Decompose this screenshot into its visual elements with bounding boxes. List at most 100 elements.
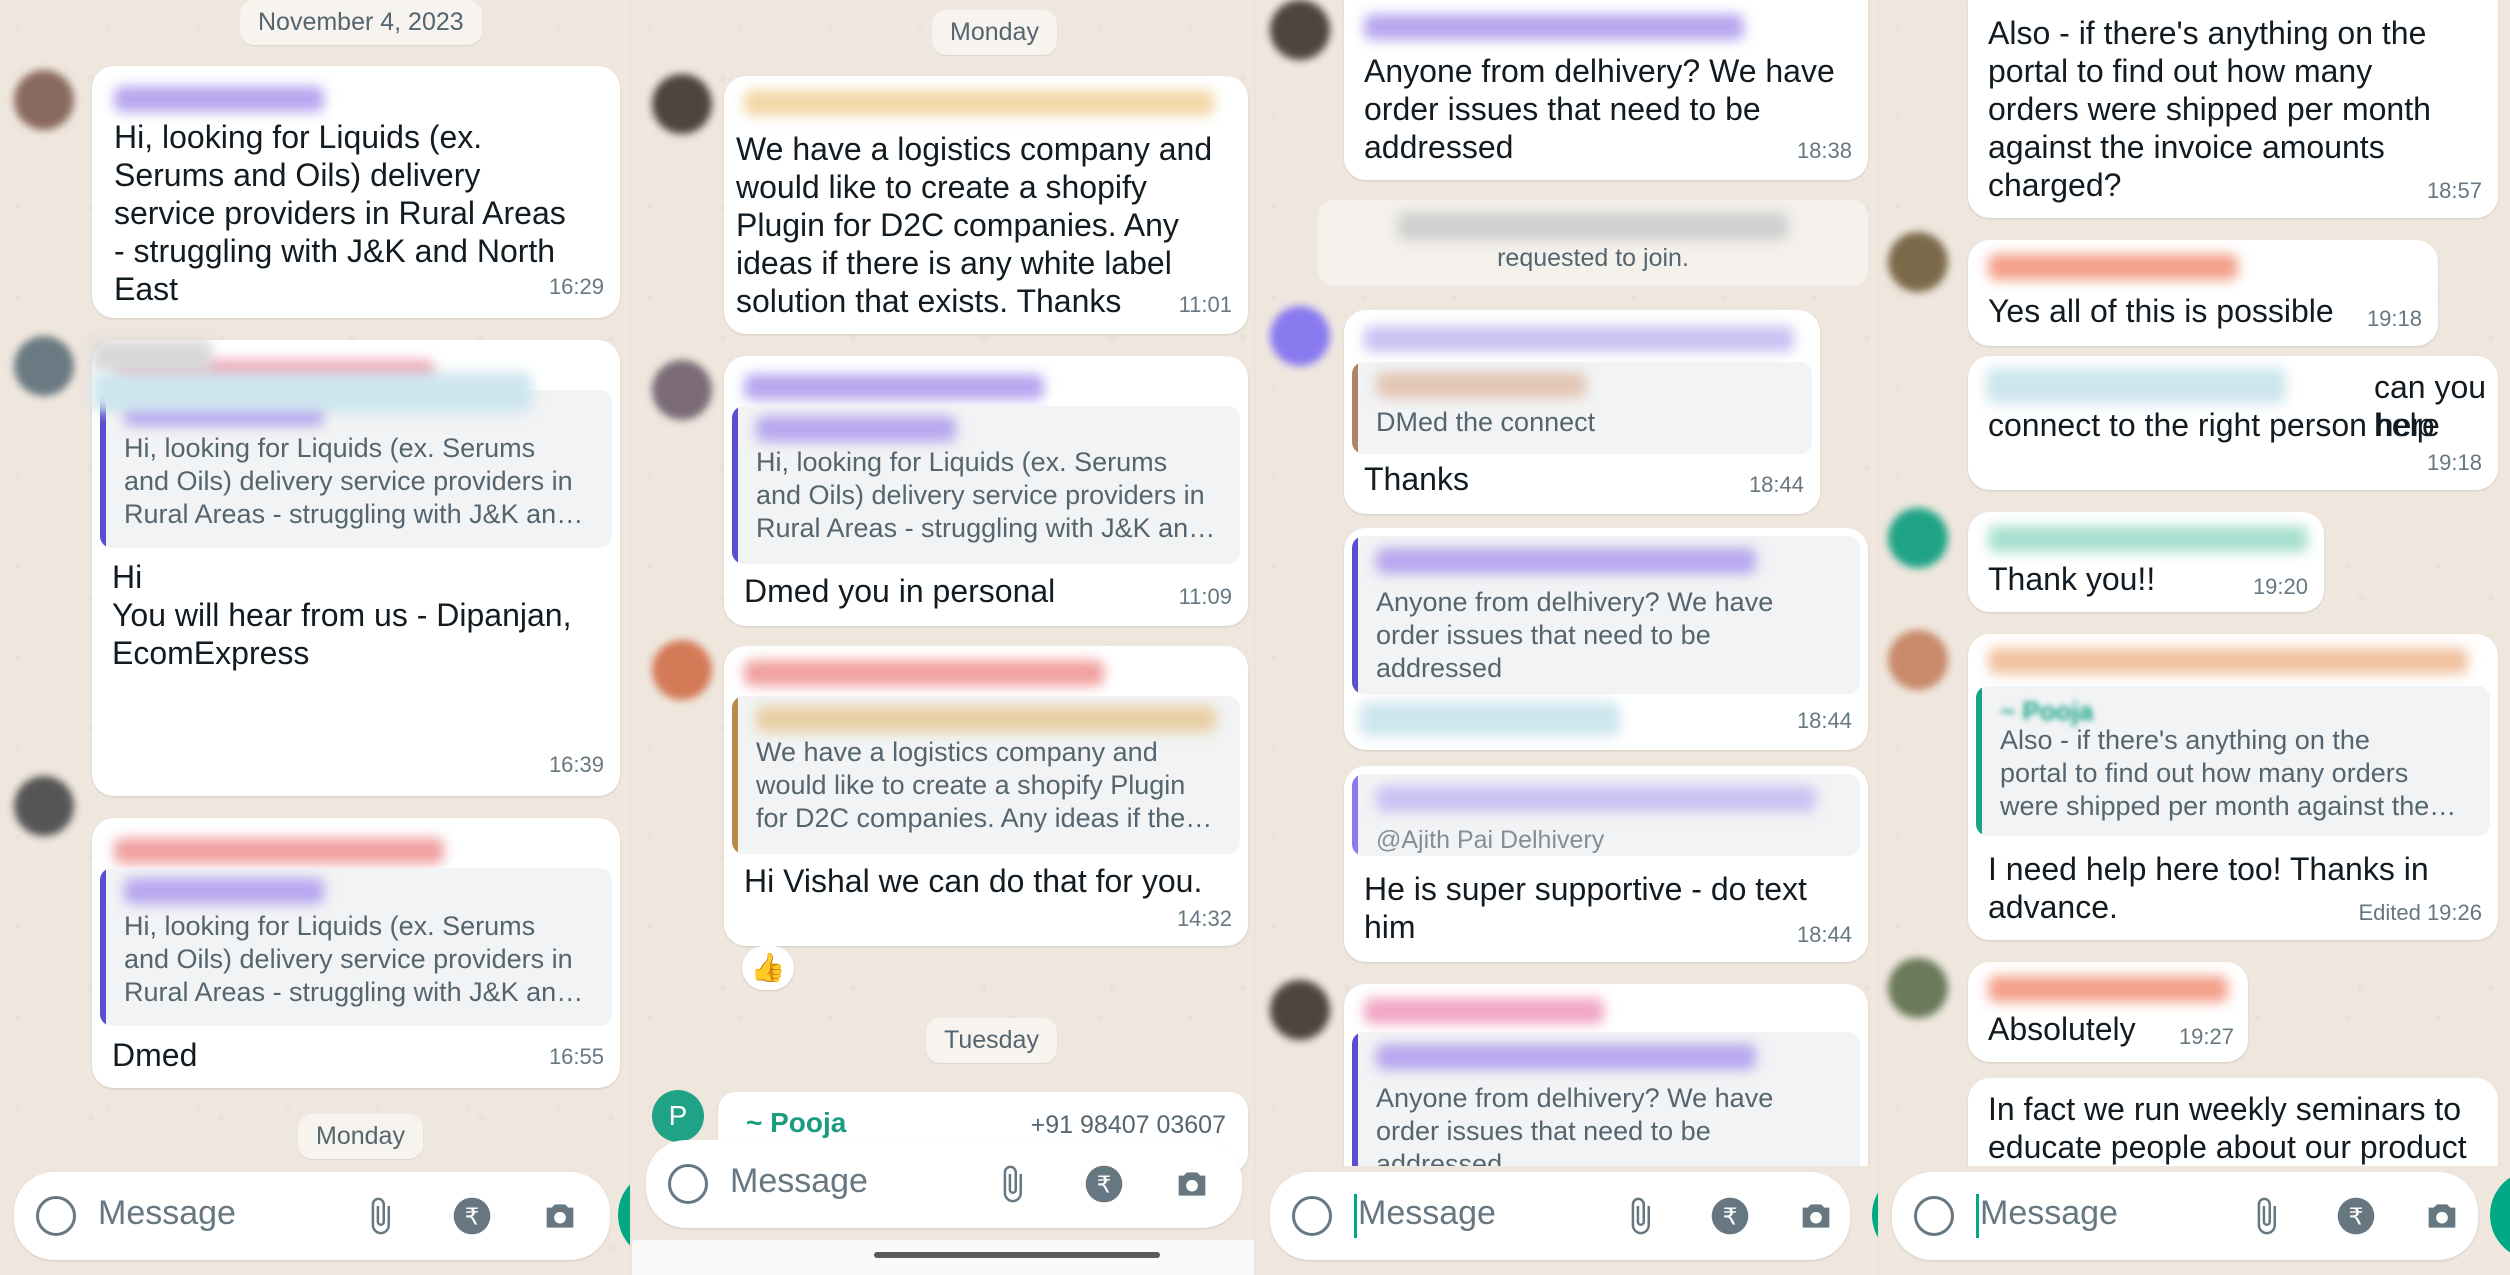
message-time: 11:09	[1178, 584, 1232, 609]
date-divider: Monday	[298, 1114, 423, 1159]
message-input-bar[interactable]: Message ₹	[1892, 1172, 2478, 1260]
avatar[interactable]	[14, 70, 74, 130]
rupee-payment-icon[interactable]: ₹	[1710, 1196, 1750, 1236]
message-text: Hi Vishal we can do that for you.	[744, 863, 1203, 899]
quoted-message[interactable]: ~ Pooja Also - if there's anything on th…	[1976, 686, 2490, 836]
svg-text:₹: ₹	[465, 1202, 480, 1230]
rupee-payment-icon[interactable]: ₹	[1084, 1164, 1124, 1204]
emoji-icon[interactable]	[668, 1164, 708, 1204]
system-notice-text: requested to join.	[1497, 244, 1689, 272]
message-input[interactable]: Message	[1980, 1194, 2118, 1233]
blurred-mention[interactable]	[1986, 368, 2286, 404]
message-bubble[interactable]: Absolutely 19:27	[1968, 962, 2248, 1062]
message-bubble[interactable]: can you help connect to the right person…	[1968, 356, 2498, 490]
quote-author-blurred	[756, 706, 1216, 732]
camera-icon[interactable]	[1796, 1196, 1836, 1236]
avatar[interactable]	[14, 776, 74, 836]
rupee-payment-icon[interactable]: ₹	[452, 1196, 492, 1236]
message-bubble[interactable]: Thank you!! 19:20	[1968, 512, 2324, 612]
sender-name-blurred	[1364, 326, 1794, 352]
rupee-payment-icon[interactable]: ₹	[2336, 1196, 2376, 1236]
avatar[interactable]	[1270, 306, 1330, 366]
avatar[interactable]	[1270, 980, 1330, 1040]
message-bubble[interactable]: Anyone from delhivery? We have order iss…	[1344, 528, 1868, 750]
message-bubble[interactable]: @Ajith Pai Delhivery He is super support…	[1344, 766, 1868, 962]
avatar[interactable]	[1888, 630, 1948, 690]
quote-author-blurred	[756, 416, 956, 442]
reaction-badge[interactable]: 👍	[742, 946, 794, 990]
attach-icon[interactable]	[360, 1196, 400, 1236]
message-bubble[interactable]: Also - if there's anything on the portal…	[1968, 0, 2498, 218]
blurred-mention[interactable]	[1360, 702, 1620, 736]
avatar[interactable]	[1270, 0, 1330, 60]
avatar[interactable]	[14, 336, 74, 396]
quoted-message[interactable]: Hi, looking for Liquids (ex. Serums and …	[100, 868, 612, 1026]
sender-name-blurred	[114, 838, 444, 864]
quoted-message[interactable]: DMed the connect	[1352, 362, 1812, 454]
message-bubble[interactable]: Yes all of this is possible 19:18	[1968, 240, 2438, 346]
message-text: Anyone from delhivery? We have order iss…	[1364, 53, 1835, 165]
quote-text: We have a logistics company and would li…	[756, 737, 1213, 833]
message-input-bar[interactable]: Message ₹	[14, 1172, 610, 1260]
gesture-nav-bar[interactable]	[874, 1252, 1160, 1258]
message-input[interactable]: Message	[1358, 1194, 1496, 1233]
blurred-mention[interactable]	[92, 372, 532, 412]
avatar[interactable]	[1888, 508, 1948, 568]
message-text: Thanks	[1364, 461, 1469, 497]
message-bubble[interactable]: We have a logistics company and would li…	[724, 76, 1248, 334]
avatar[interactable]	[652, 360, 712, 420]
quoted-message[interactable]: We have a logistics company and would li…	[732, 696, 1240, 854]
screenshot-collage: November 4, 2023 Hi, looking for Liquids…	[0, 0, 2510, 1275]
message-bubble[interactable]: Anyone from delhivery? We have order iss…	[1344, 0, 1868, 180]
message-bubble[interactable]: Hi, looking for Liquids (ex. Serums and …	[724, 356, 1248, 626]
emoji-icon[interactable]	[1292, 1196, 1332, 1236]
attach-icon[interactable]	[2246, 1196, 2286, 1236]
message-input-bar[interactable]: Message ₹	[1270, 1172, 1850, 1260]
message-bubble[interactable]: ~ Pooja Also - if there's anything on th…	[1968, 634, 2498, 940]
message-input-bar[interactable]: Message ₹	[646, 1140, 1242, 1228]
quote-bar	[1352, 536, 1358, 694]
quote-author-blurred	[124, 878, 324, 904]
sender-name-blurred	[744, 90, 1214, 116]
quote-bar	[732, 696, 738, 854]
mic-button[interactable]	[618, 1170, 630, 1260]
message-bubble[interactable]: DMed the connect Thanks 18:44	[1344, 310, 1820, 514]
message-time: 19:18	[2426, 450, 2482, 475]
camera-icon[interactable]	[540, 1196, 580, 1236]
sender-name[interactable]: ~ Pooja	[746, 1104, 846, 1142]
quoted-message[interactable]: @Ajith Pai Delhivery	[1352, 774, 1860, 856]
emoji-icon[interactable]	[1914, 1196, 1954, 1236]
quote-bar	[100, 390, 106, 548]
message-text-greeting: Hi	[112, 559, 143, 595]
avatar[interactable]	[652, 74, 712, 134]
message-input[interactable]: Message	[98, 1194, 236, 1233]
quoted-message[interactable]: Hi, looking for Liquids (ex. Serums and …	[732, 406, 1240, 564]
attach-icon[interactable]	[992, 1164, 1032, 1204]
message-time: 18:44	[1748, 472, 1804, 497]
quoted-message[interactable]: Hi, looking for Liquids (ex. Serums and …	[100, 390, 612, 548]
avatar-initial[interactable]: P	[652, 1090, 704, 1142]
message-time: 18:44	[1796, 708, 1852, 733]
message-input[interactable]: Message	[730, 1162, 868, 1201]
camera-icon[interactable]	[2422, 1196, 2462, 1236]
date-divider: Tuesday	[926, 1018, 1057, 1063]
message-bubble[interactable]: Hi, looking for Liquids (ex. Serums and …	[92, 340, 620, 796]
quote-author-blurred	[1376, 372, 1586, 398]
attach-icon[interactable]	[1620, 1196, 1660, 1236]
message-bubble[interactable]: Hi, looking for Liquids (ex. Serums and …	[92, 818, 620, 1088]
message-text: Hi, looking for Liquids (ex. Serums and …	[114, 119, 566, 307]
svg-text:₹: ₹	[1097, 1170, 1112, 1198]
avatar[interactable]	[1888, 232, 1948, 292]
emoji-icon[interactable]	[36, 1196, 76, 1236]
message-time: 19:18	[2366, 306, 2422, 331]
quoted-message[interactable]: Anyone from delhivery? We have order iss…	[1352, 536, 1860, 694]
message-time: 11:01	[1178, 292, 1232, 317]
camera-icon[interactable]	[1172, 1164, 1212, 1204]
message-bubble[interactable]: Hi, looking for Liquids (ex. Serums and …	[92, 66, 620, 318]
message-text: We have a logistics company and would li…	[736, 131, 1213, 319]
avatar[interactable]	[652, 640, 712, 700]
message-bubble[interactable]: We have a logistics company and would li…	[724, 646, 1248, 946]
quote-author-blurred	[1376, 786, 1816, 812]
avatar[interactable]	[1888, 958, 1948, 1018]
svg-text:₹: ₹	[1723, 1202, 1738, 1230]
